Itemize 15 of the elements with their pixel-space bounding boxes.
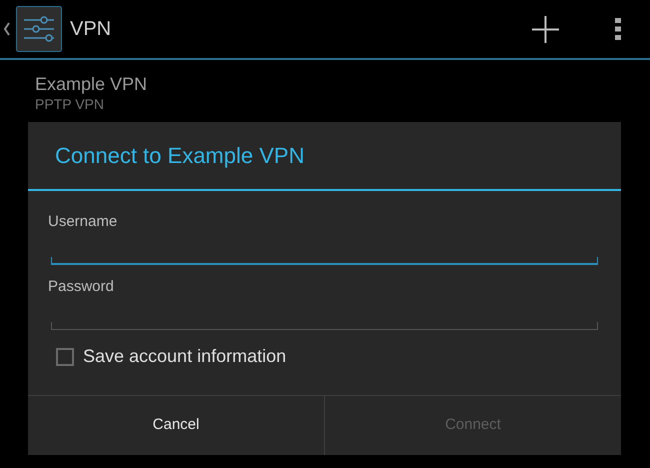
vpn-type: PPTP VPN [35,95,105,113]
add-icon[interactable] [532,16,559,42]
dialog-button[interactable]: Cancel [28,396,324,455]
text-field[interactable] [51,257,598,265]
field-label: Password [48,278,115,296]
screen-title: VPN [70,17,112,42]
checkbox[interactable] [56,348,74,366]
vpn-name[interactable]: Example VPN [35,73,650,95]
dialog-title: Connect to Example VPN [55,142,304,170]
checkbox-label: Save account information [83,345,286,368]
field-label: Username [48,213,118,231]
back-icon[interactable] [3,22,11,36]
text-field[interactable] [51,322,598,330]
settings-sliders-icon[interactable] [16,6,62,52]
overflow-menu-icon[interactable] [615,18,621,40]
